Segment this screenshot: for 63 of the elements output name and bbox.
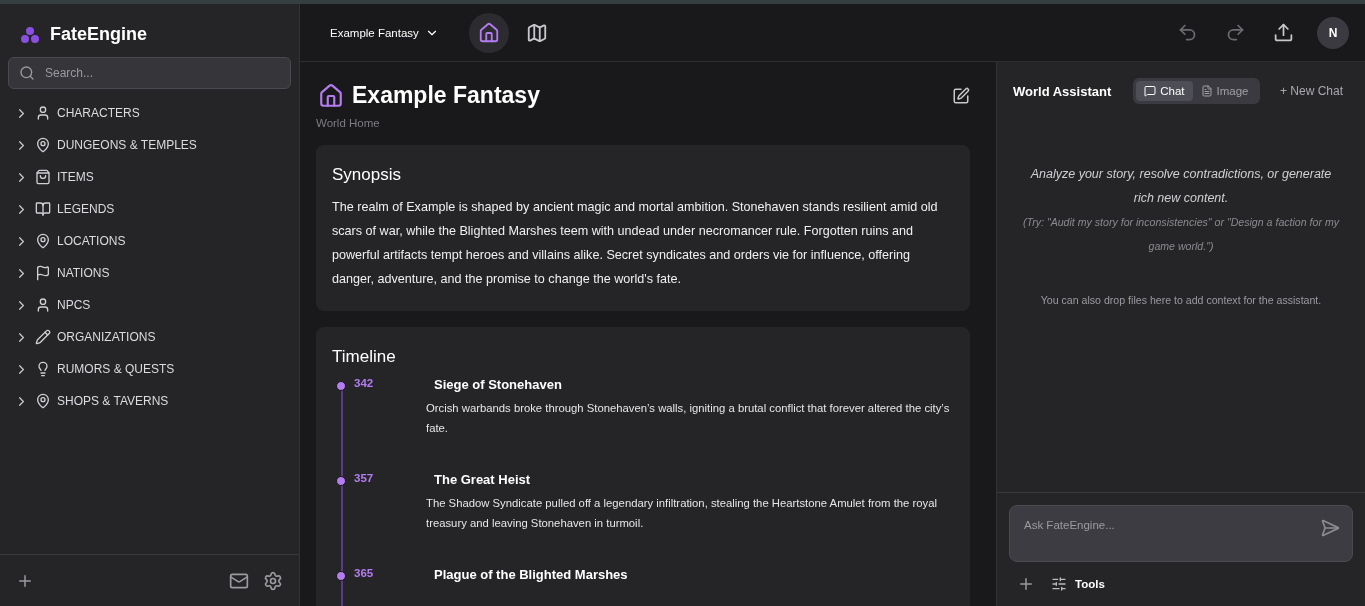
mode-tab[interactable]: Chat [1136,81,1193,101]
sidebar-item[interactable]: ORGANIZATIONS [0,321,299,353]
event-year: 365 [353,567,375,581]
tools-button[interactable]: Tools [1051,576,1105,592]
timeline-dot [336,381,346,391]
person-icon [35,105,51,121]
event-title: The Great Heist [433,472,532,487]
logo-icon [20,25,40,44]
edit-button[interactable] [952,86,970,105]
home-icon [318,82,344,109]
sliders-icon [1051,576,1067,592]
chat-input[interactable]: Ask FateEngine... [1022,518,1312,532]
panel-title: World Assistant [1013,83,1112,99]
page-subtitle: World Home [316,117,381,129]
chat-bubble-icon [1144,85,1157,97]
world-selector[interactable]: Example Fantasy [324,24,445,41]
map-pin-icon [35,233,51,249]
hint-text: (Try: "Audit my story for inconsistencies" or "Design a faction for my game world.") [1021,215,1341,254]
home-icon [477,21,500,44]
mode-tab[interactable]: Image [1192,81,1257,101]
person-icon [35,297,51,313]
sidebar-item[interactable]: LEGENDS [0,193,299,225]
timeline-dot [336,571,346,581]
send-icon[interactable] [1320,518,1340,538]
sidebar-item[interactable]: RUMORS & QUESTS [0,353,299,385]
event-title: Plague of the Blighted Marshes [433,567,629,582]
sidebar-item[interactable]: CHARACTERS [0,97,299,129]
section-heading: Timeline [332,347,397,367]
sidebar-item[interactable]: NPCS [0,289,299,321]
drop-note: You can also drop files here to add context for the assistant. [1040,294,1322,306]
attach-button[interactable] [1017,575,1035,593]
lightbulb-icon [35,361,51,377]
synopsis-text: The realm of Example is shaped by ancient magic and mortal ambition. Stonehaven stands resilient amid old scars of war, while the Blighted Marshes teem with undead under necromancer rule. Forgotten ruins and powerful artifacts tempt heroes and villains alike. Secret syndicates and orders vie for influence, offering danger, adventure, and the promise to change the world's fate. [332,199,939,288]
bag-icon [35,169,51,185]
new-chat-button[interactable]: + New Chat [1273,83,1349,99]
search-icon [19,65,35,81]
sidebar-item[interactable]: SHOPS & TAVERNS [0,385,299,417]
document-icon [1200,85,1213,97]
event-year: 357 [353,472,375,486]
section-heading: Synopsis [332,165,402,185]
map-pin-icon [35,393,51,409]
event-description: Orcish warbands broke through Stonehaven’s walls, igniting a brutal conflict that forever altered the city’s fate. [426,401,951,436]
map-pin-icon [35,137,51,153]
timeline-dot [336,476,346,486]
user-avatar[interactable]: N [1317,16,1349,49]
upload-icon [1272,22,1294,43]
sidebar-item[interactable]: ITEMS [0,161,299,193]
page-title: Example Fantasy [352,82,541,109]
search-input[interactable]: Search... [43,65,280,81]
event-description: The Shadow Syndicate pulled off a legendary infiltration, stealing the Heartstone Amulet from the royal treasury and leaving Stonehaven in turmoil. [426,496,938,531]
search-field[interactable]: Search... [8,57,291,89]
intro-text: Analyze your story, resolve contradictions, or generate rich new content. [1029,166,1333,207]
sidebar-item[interactable]: LOCATIONS [0,225,299,257]
sidebar-item[interactable]: DUNGEONS & TEMPLES [0,129,299,161]
settings-button[interactable] [263,570,283,591]
app-name: FateEngine [50,24,147,45]
map-icon [525,21,548,44]
event-year: 342 [353,377,375,391]
sidebar-item[interactable]: NATIONS [0,257,299,289]
event-title: Siege of Stonehaven [433,377,563,392]
book-icon [35,201,51,217]
pencil-icon [35,329,51,345]
flag-icon [35,265,51,281]
